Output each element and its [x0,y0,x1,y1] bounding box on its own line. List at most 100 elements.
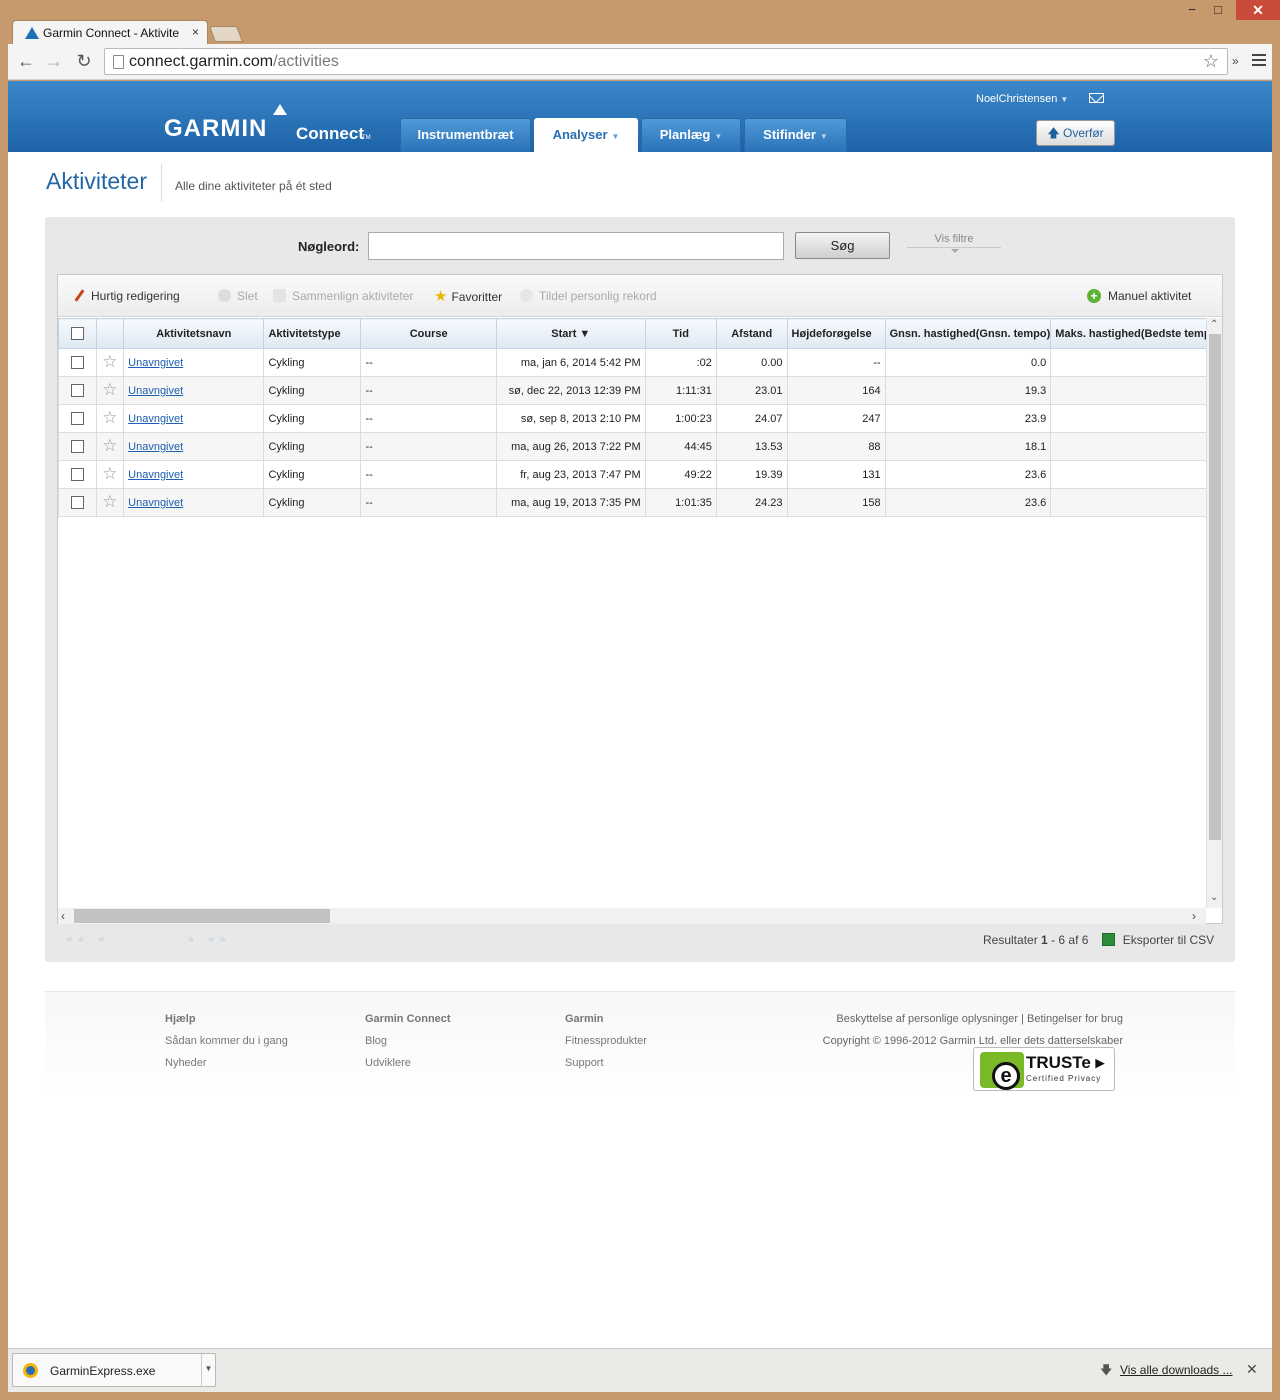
delete-button[interactable]: Slet [218,289,258,303]
manual-activity-button[interactable]: + Manuel aktivitet [1087,289,1191,303]
tab-close-icon[interactable]: × [192,25,199,39]
scroll-up-icon[interactable]: ⌃ [1210,319,1218,330]
download-item[interactable]: GarminExpress.exe ▼ [12,1353,216,1387]
bookmark-star-icon[interactable]: ☆ [1203,51,1219,72]
row-checkbox[interactable] [70,468,84,481]
nav-stifinder[interactable]: Stifinder ▼ [744,118,847,152]
horizontal-scrollbar[interactable]: ‹ › [58,908,1206,924]
scroll-left-icon[interactable]: ‹ [61,909,65,923]
row-checkbox[interactable] [70,384,84,397]
favorites-button[interactable]: ★ Favoritter [434,287,502,305]
cell-max-speed: 3 [1050,488,1222,517]
connect-logo-text: Connect [296,124,364,143]
prev-page-button[interactable]: « [99,934,111,945]
activity-link[interactable]: Unavngivet [128,497,183,509]
cell-course: -- [360,404,497,433]
select-all-checkbox[interactable] [70,327,84,340]
upload-button[interactable]: 🡅 Overfør [1036,120,1115,146]
chevron-down-icon[interactable]: ▼ [201,1354,215,1386]
truste-title: TRUSTe ▸ [1026,1053,1105,1072]
first-page-button[interactable]: «« [67,934,90,945]
col-header-type[interactable]: Aktivitetstype [263,318,362,349]
activity-link[interactable]: Unavngivet [128,441,183,453]
footer-link[interactable]: Support [565,1052,647,1074]
garmin-logo[interactable]: GARMIN [164,115,267,143]
scroll-down-icon[interactable]: ⌄ [1210,892,1218,903]
footer-link[interactable]: Sådan kommer du i gang [165,1030,288,1052]
table-row: ☆ Unavngivet Cykling -- ma, jan 6, 2014 … [58,348,1222,377]
personal-record-button[interactable]: Tildel personlig rekord [520,289,657,303]
vertical-scroll-thumb[interactable] [1209,334,1221,840]
star-outline-icon[interactable]: ☆ [102,492,117,511]
col-header-distance[interactable]: Afstand [715,318,788,349]
scroll-right-icon[interactable]: › [1192,909,1196,923]
cell-distance: 24.23 [715,488,788,517]
star-outline-icon[interactable]: ☆ [102,464,117,483]
star-outline-icon[interactable]: ☆ [102,380,117,399]
row-checkbox[interactable] [70,356,84,369]
keyword-input[interactable] [368,232,784,260]
col-header-start[interactable]: Start ▼ [495,318,646,349]
search-button[interactable]: Søg [795,232,890,259]
quick-edit-button[interactable]: Hurtig redigering [74,289,180,303]
user-menu[interactable]: NoelChristensen ▼ [976,93,1068,105]
nav-instrumentbraet[interactable]: Instrumentbræt [400,118,531,152]
col-header-max-speed[interactable]: Maks. hastighed(Bedste tempo) [1050,318,1222,349]
footer-link[interactable]: Fitnessprodukter [565,1030,647,1052]
cell-avg-speed: 23.6 [884,488,1052,517]
export-csv-link[interactable]: Eksporter til CSV [1123,933,1214,947]
last-page-button[interactable]: »» [208,934,231,945]
upload-arrow-icon: 🡅 [1047,126,1060,140]
col-header-avg-speed[interactable]: Gnsn. hastighed(Gnsn. tempo) [884,318,1052,349]
activity-link[interactable]: Unavngivet [128,357,183,369]
horizontal-scroll-thumb[interactable] [74,909,330,923]
table-header-row: Aktivitetsnavn Aktivitetstype Course Sta… [58,318,1222,349]
minimize-button[interactable]: − [1184,2,1200,20]
reload-icon[interactable]: ↻ [74,52,94,70]
table-row: ☆ Unavngivet Cykling -- ma, aug 19, 2013… [58,488,1222,517]
forward-arrow-icon[interactable]: → [44,52,64,70]
cell-time: 49:22 [644,460,717,489]
star-outline-icon[interactable]: ☆ [102,408,117,427]
menu-icon[interactable] [1252,54,1266,68]
truste-badge[interactable]: e TRUSTe ▸ Certified Privacy [973,1047,1115,1091]
extensions-chevron-icon[interactable]: » [1232,54,1239,68]
close-window-button[interactable]: ✕ [1236,0,1280,20]
privacy-terms-links[interactable]: Beskyttelse af personlige oplysninger | … [823,1008,1123,1030]
row-checkbox[interactable] [70,496,84,509]
col-header-elevation[interactable]: Højdeforøgelse [786,318,886,349]
row-checkbox[interactable] [70,412,84,425]
mail-icon[interactable] [1089,93,1104,103]
row-checkbox[interactable] [70,440,84,453]
cell-distance: 13.53 [715,432,788,461]
activity-link[interactable]: Unavngivet [128,469,183,481]
compare-button[interactable]: Sammenlign aktiviteter [273,289,413,303]
nav-analyser[interactable]: Analyser ▼ [534,118,638,152]
footer-link[interactable]: Blog [365,1030,451,1052]
browser-tab[interactable]: Garmin Connect - Aktivite × [12,20,208,44]
footer-link[interactable]: Nyheder [165,1052,288,1074]
close-shelf-icon[interactable]: ✕ [1246,1361,1258,1378]
show-filters-toggle[interactable]: Vis filtre [907,233,1001,248]
vertical-scrollbar[interactable]: ⌃ ⌄ [1206,318,1222,908]
garmin-express-icon [23,1363,38,1378]
address-bar[interactable]: connect.garmin.com/activities ☆ [104,48,1228,75]
cell-course: -- [360,488,497,517]
cell-name: Unavngivet [123,348,265,377]
chevron-down-icon [951,249,959,253]
show-all-downloads-link[interactable]: Vis alle downloads ... [1120,1363,1233,1377]
col-header-time[interactable]: Tid [644,318,717,349]
garmin-tab-icon [25,27,39,39]
maximize-button[interactable]: □ [1210,2,1226,20]
next-page-button[interactable]: » [188,934,200,945]
star-outline-icon[interactable]: ☆ [102,436,117,455]
footer-link[interactable]: Udviklere [365,1052,451,1074]
col-header-name[interactable]: Aktivitetsnavn [123,318,265,349]
star-outline-icon[interactable]: ☆ [102,352,117,371]
back-arrow-icon[interactable]: ← [16,52,36,70]
new-tab-button[interactable] [209,26,243,42]
activity-link[interactable]: Unavngivet [128,385,183,397]
activity-link[interactable]: Unavngivet [128,413,183,425]
nav-planlaeg[interactable]: Planlæg ▼ [641,118,741,152]
col-header-course[interactable]: Course [360,318,497,349]
